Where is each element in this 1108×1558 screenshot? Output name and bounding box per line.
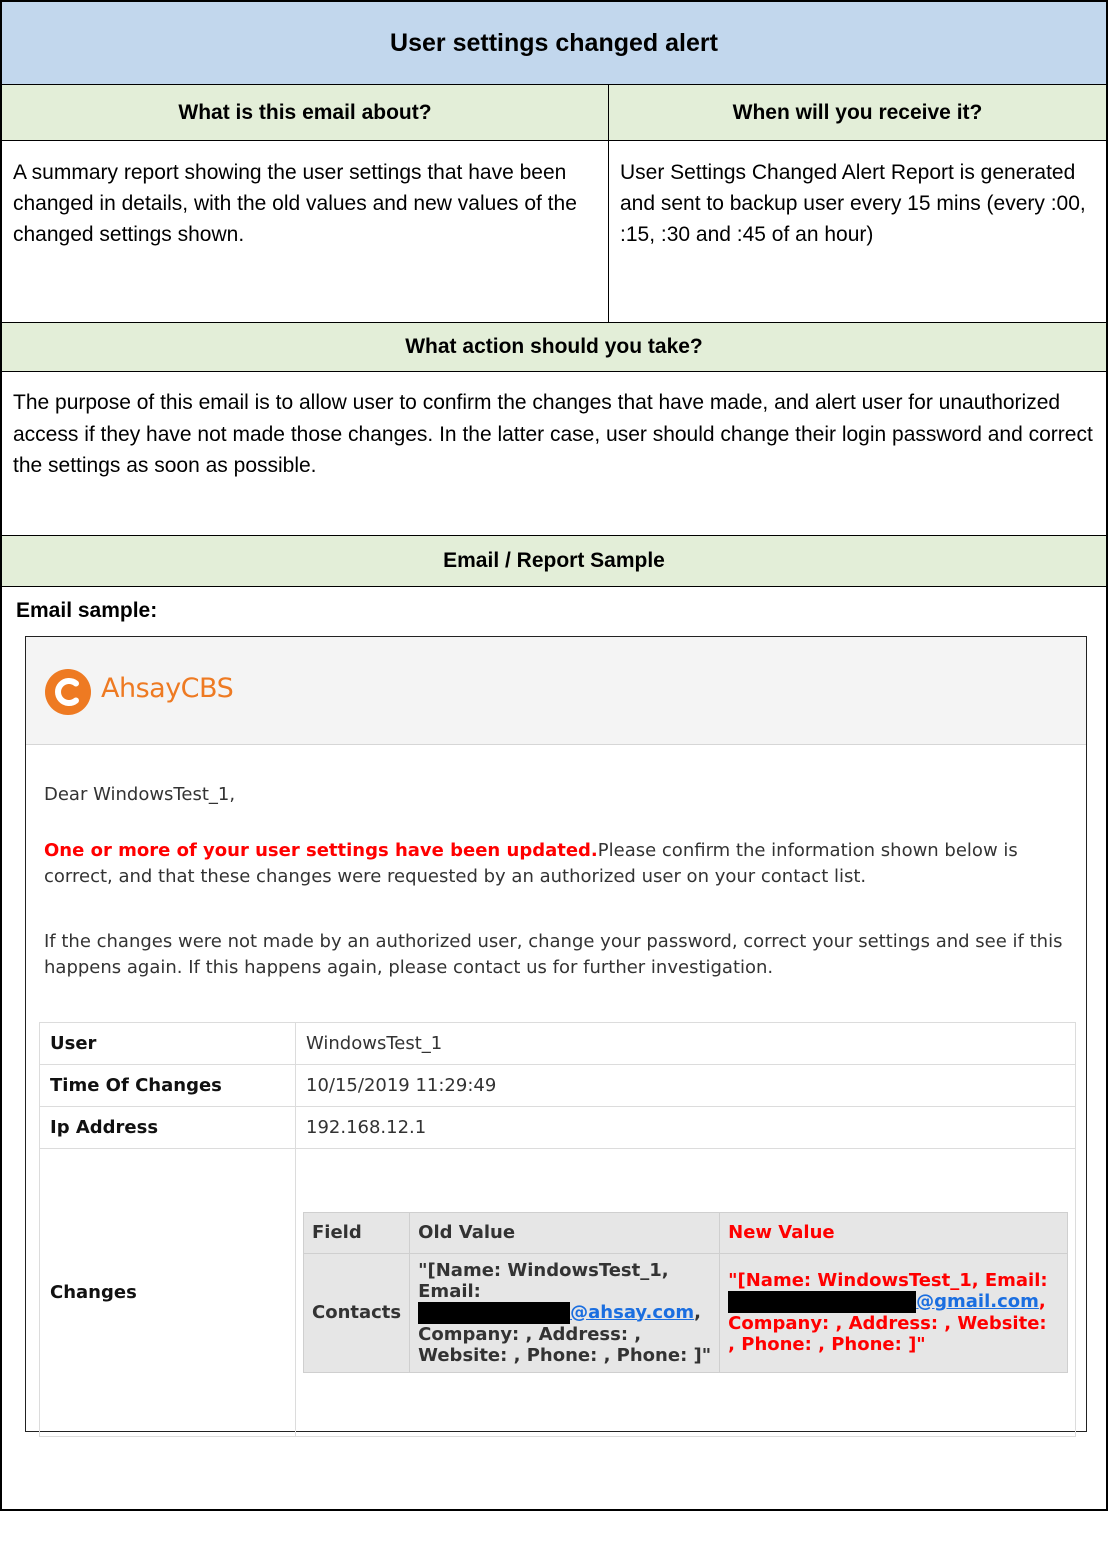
changes-table: Field Old Value New Value Contacts "[Nam… (302, 1211, 1068, 1373)
when-text: User Settings Changed Alert Report is ge… (620, 161, 1086, 246)
email-sample: AhsayCBS Dear WindowsTest_1, One or more… (25, 636, 1087, 1437)
email-alert-paragraph: One or more of your user settings have b… (44, 838, 1064, 890)
action-text: The purpose of this email is to allow us… (2, 372, 1106, 536)
redaction-block (418, 1301, 571, 1324)
time-label: Time Of Changes (39, 1064, 296, 1107)
description-row: A summary report showing the user settin… (2, 141, 1106, 323)
email-greeting: Dear WindowsTest_1, (44, 784, 236, 805)
user-value: WindowsTest_1 (295, 1022, 1076, 1065)
alert-strong-text: One or more of your user settings have b… (44, 840, 598, 861)
old-value: "[Name: WindowsTest_1, Email: @ahsay.com… (409, 1252, 721, 1373)
about-header: What is this email about? (2, 85, 609, 140)
old-value-prefix: "[Name: WindowsTest_1, Email: (418, 1259, 669, 1302)
field-name: Contacts (302, 1252, 411, 1373)
redaction-block (728, 1291, 917, 1313)
time-value: 10/15/2019 11:29:49 (295, 1064, 1076, 1107)
table-row: User WindowsTest_1 (39, 1022, 1076, 1065)
changes-header-row: Field Old Value New Value (302, 1211, 1068, 1254)
ahsay-logo-icon (45, 669, 91, 715)
old-value-column-header: Old Value (409, 1211, 721, 1254)
header-row: What is this email about? When will you … (2, 85, 1106, 141)
new-email-link[interactable]: @gmail.com (916, 1291, 1039, 1312)
table-row: Changes Field Old Value New Value Contac… (39, 1148, 1076, 1437)
change-details-table: User WindowsTest_1 Time Of Changes 10/15… (39, 1022, 1076, 1437)
changes-label: Changes (39, 1148, 296, 1437)
info-card: User settings changed alert What is this… (0, 0, 1108, 1511)
ip-label: Ip Address (39, 1106, 296, 1149)
field-column-header: Field (302, 1211, 411, 1254)
email-instruction-paragraph: If the changes were not made by an autho… (44, 931, 1063, 978)
changes-cell: Field Old Value New Value Contacts "[Nam… (295, 1148, 1076, 1437)
card-title: User settings changed alert (2, 2, 1106, 85)
new-value-prefix: "[Name: WindowsTest_1, Email: (728, 1270, 1048, 1291)
changes-data-row: Contacts "[Name: WindowsTest_1, Email: @… (302, 1252, 1068, 1373)
brand-name: AhsayCBS (101, 673, 234, 704)
new-value-column-header: New Value (719, 1211, 1068, 1254)
table-row: Ip Address 192.168.12.1 (39, 1106, 1076, 1149)
user-label: User (39, 1022, 296, 1065)
about-text: A summary report showing the user settin… (2, 141, 609, 322)
sample-label: Email sample: (16, 599, 158, 622)
sample-header: Email / Report Sample (2, 536, 1106, 587)
new-value: "[Name: WindowsTest_1, Email: @gmail.com… (719, 1252, 1068, 1373)
email-header: AhsayCBS (26, 637, 1086, 745)
sample-area: Email sample: AhsayCBS Dear WindowsTest_… (2, 587, 1106, 1509)
action-header: What action should you take? (2, 323, 1106, 372)
table-row: Time Of Changes 10/15/2019 11:29:49 (39, 1064, 1076, 1107)
old-email-link[interactable]: @ahsay.com (570, 1302, 694, 1323)
ip-value: 192.168.12.1 (295, 1106, 1076, 1149)
when-header: When will you receive it? (732, 100, 983, 124)
